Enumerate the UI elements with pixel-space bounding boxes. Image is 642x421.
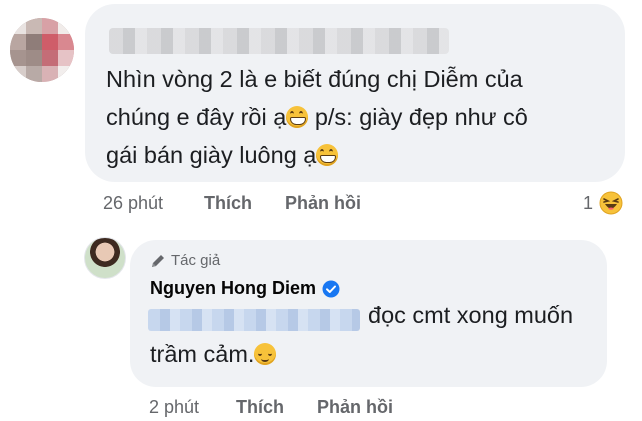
relieved-face-icon xyxy=(254,343,277,365)
reply-button[interactable]: Phản hồi xyxy=(285,193,361,214)
author-name[interactable]: Nguyen Hong Diem xyxy=(150,278,316,299)
reply-line-2: trầm cảm. xyxy=(150,341,277,368)
verified-badge-icon xyxy=(322,280,340,297)
author-name-row: Nguyen Hong Diem xyxy=(150,278,340,299)
pencil-icon xyxy=(152,254,164,267)
reply-like-button[interactable]: Thích xyxy=(236,397,284,418)
author-badge-label: Tác giả xyxy=(171,252,221,269)
comment-text: Nhìn vòng 2 là e biết đúng chị Diễm của … xyxy=(106,60,606,174)
grinning-face-icon xyxy=(286,106,309,128)
comment-thread: Nhìn vòng 2 là e biết đúng chị Diễm của … xyxy=(0,0,642,421)
reply-bubble: Tác giả Nguyen Hong Diem đọc cmt xong mu… xyxy=(130,240,607,387)
grinning-face-icon xyxy=(316,144,339,166)
comment-bubble: Nhìn vòng 2 là e biết đúng chị Diễm của … xyxy=(85,4,625,182)
author-badge: Tác giả xyxy=(150,252,220,269)
reply-line-1: đọc cmt xong muốn xyxy=(368,302,574,328)
commenter-avatar[interactable] xyxy=(10,18,74,82)
commenter-name-blurred[interactable] xyxy=(109,28,449,54)
comment-time[interactable]: 26 phút xyxy=(103,193,163,214)
comment-line-1: Nhìn vòng 2 là e biết đúng chị Diễm của xyxy=(106,66,523,92)
comment-line-2: chúng e đây rồi ạ p/s: giày đẹp như cô xyxy=(106,104,528,130)
reply-time[interactable]: 2 phút xyxy=(149,397,199,418)
reaction-count[interactable]: 1 xyxy=(583,193,593,214)
comment-line-3: gái bán giày luông ạ xyxy=(106,136,606,174)
author-avatar[interactable] xyxy=(84,237,126,279)
tagged-user-blurred[interactable] xyxy=(148,309,360,331)
like-button[interactable]: Thích xyxy=(204,193,252,214)
haha-reaction-icon[interactable] xyxy=(599,191,623,215)
reply-reply-button[interactable]: Phản hồi xyxy=(317,397,393,418)
